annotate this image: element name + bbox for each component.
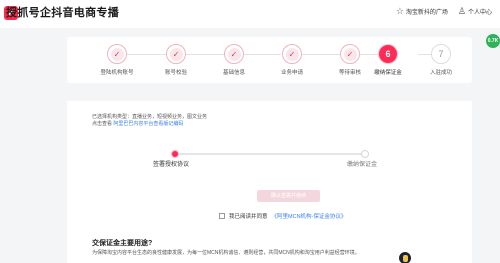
confirm-sign-button[interactable]: 确认签署并继续 [257,190,320,202]
step-basic-info: ✓ 基础信息 [204,44,264,76]
faq-title: 交保证金主要用途? [92,240,153,247]
top-header: ✔ 授抓号企抖音电商专播 ☆ 淘宝新抖的广场 ♙ 个人中心 [0,0,500,28]
floating-speed-badge[interactable]: 0.7K [486,34,500,48]
progress-steps: ✓ 登陆机构账号 ✓ 账号校验 ✓ 基础信息 ✓ 业务申请 ✓ 等待审核 6 缴… [67,37,472,83]
sub-step-deposit: 缴纳保证金 [347,162,378,168]
agreement-row: 我已阅读并同意 《阿里MCN机构-保证金协议》 [219,212,346,220]
view-record-line: 点击查看 阿里巴巴内容平台查看版记编码 [92,120,183,127]
checkmark-icon: ✓ [285,47,299,61]
assistant-avatar[interactable] [398,251,412,263]
step-settled: 7 入驻成功 [411,44,471,76]
sub-progress-track [175,153,365,155]
checkmark-icon: ✓ [169,47,183,61]
step-label: 账号校验 [164,70,187,76]
agree-label: 我已阅读并同意 [229,214,268,220]
step-number: 7 [434,47,448,61]
step-login: ✓ 登陆机构账号 [87,44,147,76]
agreement-link[interactable]: 《阿里MCN机构-保证金协议》 [272,212,347,220]
plaza-link[interactable]: ☆ 淘宝新抖的广场 [395,6,448,17]
plaza-link-label: 淘宝新抖的广场 [405,10,448,16]
step-circle: 7 [431,44,451,64]
deposit-panel: 已选择机构类型：直播业务，短视频业务，图文业务 点击查看 阿里巴巴内容平台查看版… [67,101,472,263]
step-circle: 6 [378,44,398,64]
step-circle: ✓ [282,44,302,64]
step-label: 登陆机构账号 [100,70,134,76]
step-number: 6 [379,45,397,63]
site-title: 授抓号企抖音电商专播 [6,7,119,19]
step-circle: ✓ [107,44,127,64]
checkmark-icon: ✓ [110,47,124,61]
header-nav: ☆ 淘宝新抖的广场 ♙ 个人中心 [395,6,492,17]
sub-step-dot-inactive [361,150,369,158]
view-record-link[interactable]: 阿里巴巴内容平台查看版记编码 [113,121,183,127]
profile-link-label: 个人中心 [467,10,492,16]
step-business-apply: ✓ 业务申请 [262,44,322,76]
step-label: 入驻成功 [429,70,452,76]
faq-text: 为保障淘宝内容平台生态的良性健康发展，为每一位MCN机构诚信、遵则经营，共同MC… [92,250,360,256]
checkmark-icon: ✓ [227,47,241,61]
step-circle: ✓ [166,44,186,64]
step-pay-deposit: 6 缴纳保证金 [358,44,418,76]
star-outline-icon: ☆ [395,6,404,16]
step-label: 基础信息 [222,70,245,76]
checkmark-icon: ✓ [343,47,357,61]
sub-step-sign: 签署授权协议 [153,162,190,168]
step-circle: ✓ [224,44,244,64]
sub-step-dot-active [171,150,179,158]
view-record-prefix: 点击查看 [92,121,113,127]
step-circle: ✓ [340,44,360,64]
profile-link[interactable]: ♙ 个人中心 [457,6,492,17]
user-profile-icon: ♙ [457,6,466,16]
step-account-verify: ✓ 账号校验 [146,44,206,76]
institution-type-info: 已选择机构类型：直播业务，短视频业务，图文业务 [92,114,208,120]
step-label: 缴纳保证金 [374,70,402,76]
agree-checkbox[interactable] [219,213,225,219]
step-label: 业务申请 [280,70,303,76]
